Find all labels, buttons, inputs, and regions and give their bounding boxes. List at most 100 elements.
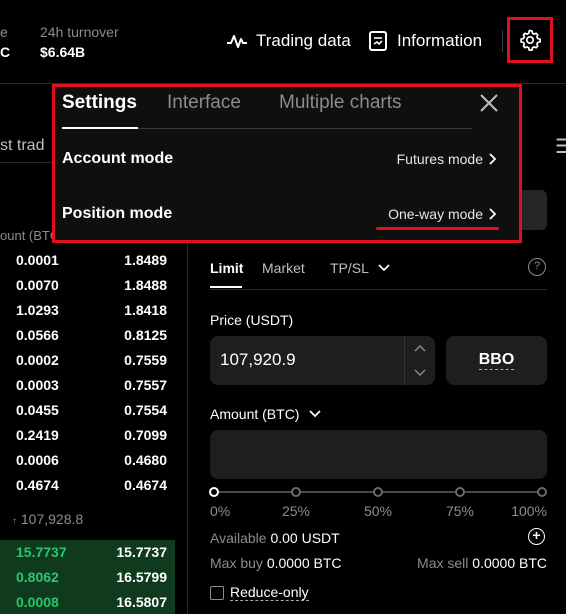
tab-market[interactable]: Market bbox=[262, 260, 305, 276]
slider-mark-label: 50% bbox=[363, 503, 393, 519]
bbo-label: BBO bbox=[478, 351, 515, 370]
chevron-right-icon bbox=[489, 153, 497, 165]
add-funds-icon[interactable]: + bbox=[528, 528, 545, 545]
slider-mark[interactable] bbox=[537, 487, 547, 497]
ask-amount: 0.2419 bbox=[16, 427, 59, 443]
ask-row[interactable]: 0.0566 0.8125 bbox=[0, 323, 175, 348]
turnover-value: $6.64B bbox=[40, 44, 86, 60]
max-buy: Max buy 0.0000 BTC bbox=[210, 555, 342, 571]
ask-total: 0.7559 bbox=[124, 352, 167, 368]
trading-data-label: Trading data bbox=[256, 31, 351, 50]
bid-row[interactable]: 0.8062 16.5799 bbox=[0, 565, 175, 590]
document-icon bbox=[369, 31, 387, 51]
slider-mark-label: 25% bbox=[281, 503, 311, 519]
ask-total: 0.7099 bbox=[124, 427, 167, 443]
ask-amount: 0.0001 bbox=[16, 252, 59, 268]
tab-multiple-charts[interactable]: Multiple charts bbox=[279, 92, 402, 114]
stat-label: e bbox=[0, 24, 8, 40]
max-buy-label: Max buy bbox=[210, 555, 263, 571]
close-icon[interactable] bbox=[479, 93, 499, 113]
ask-row[interactable]: 0.0001 1.8489 bbox=[0, 248, 175, 273]
max-sell-value: 0.0000 BTC bbox=[472, 555, 547, 571]
bid-amount: 0.0008 bbox=[16, 594, 59, 610]
price-value: 107,920.9 bbox=[220, 350, 296, 369]
tab-tpsl-label: TP/SL bbox=[330, 260, 369, 276]
position-mode-label: Position mode bbox=[62, 205, 173, 222]
ask-row[interactable]: 0.0070 1.8488 bbox=[0, 273, 175, 298]
reduce-only-label: Reduce-only bbox=[230, 584, 309, 601]
ask-row[interactable]: 0.0006 0.4680 bbox=[0, 448, 175, 473]
divider bbox=[210, 289, 547, 290]
slider-mark[interactable] bbox=[291, 487, 301, 497]
bid-total: 16.5807 bbox=[116, 594, 167, 610]
bid-row[interactable]: 0.0008 16.5807 bbox=[0, 590, 175, 614]
gear-icon bbox=[520, 29, 541, 51]
ask-total: 1.8489 bbox=[124, 252, 167, 268]
top-bar: e C 24h turnover $6.64B Trading data Inf… bbox=[0, 0, 566, 84]
information-link[interactable]: Information bbox=[367, 30, 482, 52]
tab-settings[interactable]: Settings bbox=[62, 92, 137, 114]
price-input[interactable]: 107,920.9 bbox=[210, 336, 435, 385]
active-tab-underline bbox=[62, 127, 138, 129]
ask-row[interactable]: 1.0293 1.8418 bbox=[0, 298, 175, 323]
slider-mark-label: 100% bbox=[511, 503, 547, 519]
max-sell: Max sell 0.0000 BTC bbox=[417, 555, 547, 571]
bid-row[interactable]: 15.7737 15.7737 bbox=[0, 540, 175, 565]
slider-mark-label: 75% bbox=[445, 503, 475, 519]
last-trades-tab[interactable]: st trad bbox=[0, 137, 44, 155]
menu-icon[interactable]: ☰ bbox=[555, 134, 566, 159]
amount-input[interactable] bbox=[210, 430, 547, 479]
chevron-down-icon bbox=[309, 410, 322, 418]
tab-limit[interactable]: Limit bbox=[210, 260, 243, 276]
mid-price: ↑ 107,928.8 bbox=[12, 511, 83, 527]
trading-data-link[interactable]: Trading data bbox=[226, 30, 351, 52]
decrement-icon[interactable] bbox=[414, 369, 426, 377]
ask-total: 0.7557 bbox=[124, 377, 167, 393]
pulse-icon bbox=[227, 35, 247, 48]
available-balance: Available 0.00 USDT bbox=[210, 530, 340, 546]
bid-total: 16.5799 bbox=[116, 569, 167, 585]
turnover-label: 24h turnover bbox=[40, 24, 119, 40]
account-mode-label: Account mode bbox=[62, 150, 174, 167]
ask-total: 0.8125 bbox=[124, 327, 167, 343]
amount-unit-selector[interactable]: Amount (BTC) bbox=[210, 406, 322, 422]
account-mode-selector[interactable]: Futures mode bbox=[397, 151, 497, 167]
ask-amount: 0.0070 bbox=[16, 277, 59, 293]
reduce-only-checkbox[interactable] bbox=[210, 585, 224, 600]
active-tab-underline bbox=[210, 286, 242, 288]
price-label: Price (USDT) bbox=[210, 312, 294, 328]
ask-row[interactable]: 0.0455 0.7554 bbox=[0, 398, 175, 423]
highlight-underline bbox=[376, 227, 499, 230]
bid-amount: 0.8062 bbox=[16, 569, 59, 585]
slider-mark[interactable] bbox=[455, 487, 465, 497]
information-label: Information bbox=[397, 31, 483, 50]
ask-row[interactable]: 0.4674 0.4674 bbox=[0, 473, 175, 498]
bid-amount: 15.7737 bbox=[16, 544, 67, 560]
mid-price-arrow-icon: ↑ bbox=[12, 516, 17, 527]
ask-total: 0.7554 bbox=[124, 402, 167, 418]
ask-total: 0.4674 bbox=[124, 477, 167, 493]
tab-tpsl[interactable]: TP/SL bbox=[330, 260, 390, 276]
ask-total: 1.8488 bbox=[124, 277, 167, 293]
ask-amount: 0.0455 bbox=[16, 402, 59, 418]
slider-mark[interactable] bbox=[209, 487, 219, 497]
tab-interface[interactable]: Interface bbox=[167, 92, 241, 114]
reduce-only-option[interactable]: Reduce-only bbox=[210, 584, 309, 601]
available-label: Available bbox=[210, 530, 267, 546]
bid-total: 15.7737 bbox=[116, 544, 167, 560]
ask-row[interactable]: 0.0003 0.7557 bbox=[0, 373, 175, 398]
bbo-button[interactable]: BBO bbox=[446, 336, 547, 385]
ask-amount: 1.0293 bbox=[16, 302, 59, 318]
increment-icon[interactable] bbox=[414, 344, 426, 352]
max-sell-label: Max sell bbox=[417, 555, 469, 571]
help-icon[interactable]: ? bbox=[528, 258, 546, 276]
ask-row[interactable]: 0.0002 0.7559 bbox=[0, 348, 175, 373]
divider bbox=[404, 336, 405, 385]
ask-amount: 0.4674 bbox=[16, 477, 59, 493]
position-mode-selector[interactable]: One-way mode bbox=[388, 206, 497, 222]
amount-label: Amount (BTC) bbox=[210, 406, 300, 422]
ask-amount: 0.0002 bbox=[16, 352, 59, 368]
settings-gear-button[interactable] bbox=[507, 17, 553, 63]
ask-row[interactable]: 0.2419 0.7099 bbox=[0, 423, 175, 448]
slider-mark[interactable] bbox=[373, 487, 383, 497]
